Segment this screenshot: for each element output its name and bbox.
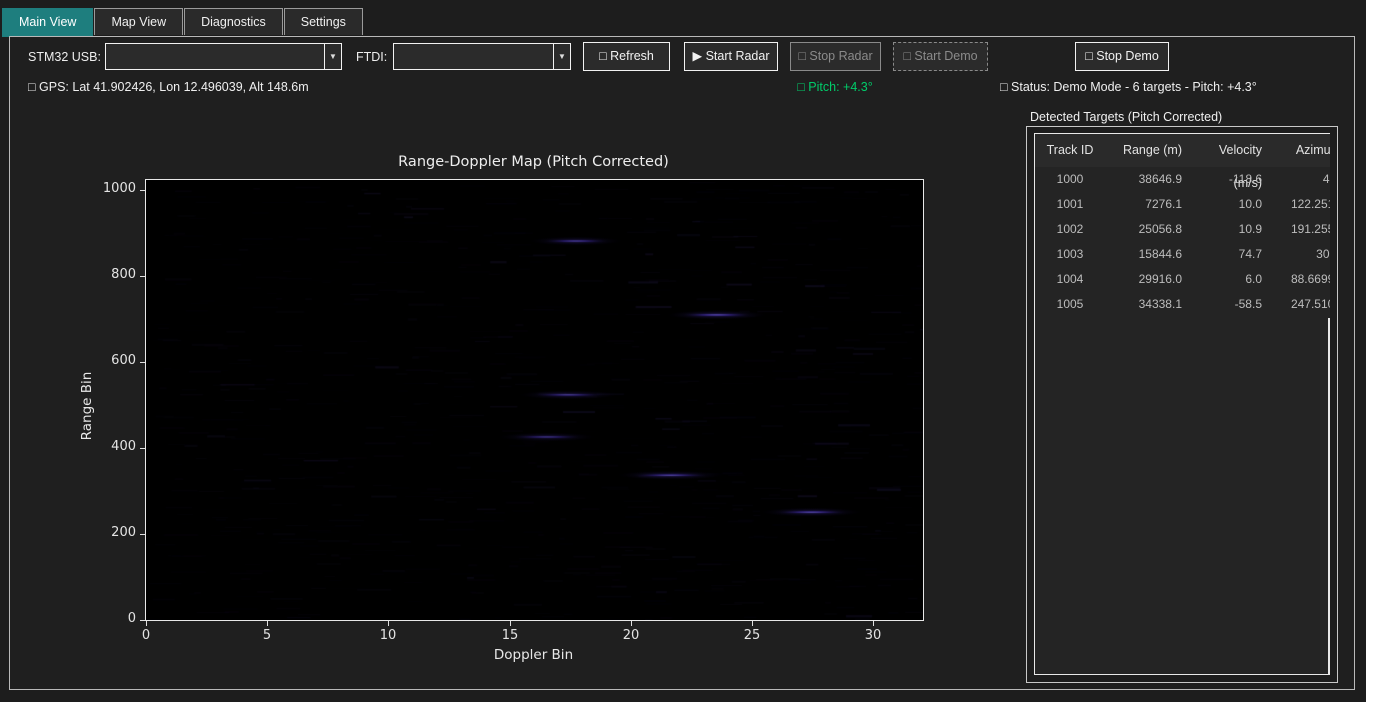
column-header-velocity[interactable]: Velocity (m/s) bbox=[1188, 134, 1268, 167]
table-row[interactable]: 1005 34338.1 -58.5 247.5104 bbox=[1035, 292, 1330, 317]
cell-range: 25056.8 bbox=[1105, 217, 1188, 242]
ftdi-label: FTDI: bbox=[356, 50, 387, 64]
stm32-usb-value bbox=[106, 44, 324, 69]
cell-velocity: 10.9 bbox=[1188, 217, 1268, 242]
y-tick-label: 0 bbox=[66, 611, 136, 626]
y-tick-label: 200 bbox=[66, 525, 136, 540]
y-tick-mark bbox=[140, 620, 145, 621]
x-tick-mark bbox=[510, 621, 511, 626]
tab-map-view[interactable]: Map View bbox=[94, 8, 183, 35]
cell-velocity: 6.0 bbox=[1188, 267, 1268, 292]
x-axis-label: Doppler Bin bbox=[145, 647, 922, 663]
chevron-down-icon[interactable]: ▼ bbox=[553, 44, 570, 69]
cell-azimuth: 45° bbox=[1268, 167, 1330, 192]
pitch-status-text: □ Pitch: +4.3° bbox=[745, 80, 925, 94]
cell-track-id: 1005 bbox=[1035, 292, 1105, 317]
cell-range: 34338.1 bbox=[1105, 292, 1188, 317]
column-header-azimuth[interactable]: Azimuth bbox=[1268, 134, 1330, 167]
cell-velocity: 10.0 bbox=[1188, 192, 1268, 217]
ftdi-value bbox=[394, 44, 553, 69]
start-demo-button[interactable]: □ Start Demo bbox=[893, 42, 988, 71]
cell-azimuth: 122.2510 bbox=[1268, 192, 1330, 217]
cell-track-id: 1002 bbox=[1035, 217, 1105, 242]
cell-azimuth: 191.2552 bbox=[1268, 217, 1330, 242]
tab-main-view[interactable]: Main View bbox=[2, 8, 93, 37]
y-tick-label: 1000 bbox=[66, 181, 136, 196]
cell-velocity: -58.5 bbox=[1188, 292, 1268, 317]
heatmap-canvas bbox=[146, 180, 923, 620]
table-row[interactable]: 1000 38646.9 -118.6 45° bbox=[1035, 167, 1330, 192]
range-doppler-heatmap bbox=[145, 179, 924, 621]
main-window: Main View Map View Diagnostics Settings … bbox=[0, 0, 1366, 702]
refresh-button[interactable]: □ Refresh bbox=[583, 42, 670, 71]
y-tick-label: 400 bbox=[66, 439, 136, 454]
targets-panel-title: Detected Targets (Pitch Corrected) bbox=[1030, 110, 1222, 124]
system-status-text: □ Status: Demo Mode - 6 targets - Pitch:… bbox=[1000, 80, 1257, 94]
tab-strip: Main View Map View Diagnostics Settings bbox=[2, 8, 364, 37]
cell-range: 15844.6 bbox=[1105, 242, 1188, 267]
cell-azimuth: 88.66998 bbox=[1268, 267, 1330, 292]
cell-range: 29916.0 bbox=[1105, 267, 1188, 292]
cell-velocity: -118.6 bbox=[1188, 167, 1268, 192]
cell-range: 7276.1 bbox=[1105, 192, 1188, 217]
cell-range: 38646.9 bbox=[1105, 167, 1188, 192]
cell-velocity: 74.7 bbox=[1188, 242, 1268, 267]
stm32-usb-combobox[interactable]: ▼ bbox=[105, 43, 342, 70]
cell-track-id: 1004 bbox=[1035, 267, 1105, 292]
gps-status-text: □ GPS: Lat 41.902426, Lon 12.496039, Alt… bbox=[28, 80, 309, 94]
stm32-usb-label: STM32 USB: bbox=[28, 50, 101, 64]
y-tick-mark bbox=[140, 276, 145, 277]
cell-azimuth: 300° bbox=[1268, 242, 1330, 267]
x-tick-mark bbox=[146, 621, 147, 626]
x-tick-mark bbox=[752, 621, 753, 626]
x-tick-mark bbox=[267, 621, 268, 626]
x-tick-mark bbox=[388, 621, 389, 626]
ftdi-combobox[interactable]: ▼ bbox=[393, 43, 571, 70]
y-tick-mark bbox=[140, 362, 145, 363]
column-header-range[interactable]: Range (m) bbox=[1105, 134, 1188, 167]
x-tick-label: 0 bbox=[121, 628, 171, 643]
chart-title: Range-Doppler Map (Pitch Corrected) bbox=[145, 154, 922, 170]
x-tick-label: 5 bbox=[242, 628, 292, 643]
table-row[interactable]: 1001 7276.1 10.0 122.2510 bbox=[1035, 192, 1330, 217]
column-header-track-id[interactable]: Track ID bbox=[1035, 134, 1105, 167]
cell-azimuth: 247.5104 bbox=[1268, 292, 1330, 317]
x-tick-label: 20 bbox=[606, 628, 656, 643]
y-tick-mark bbox=[140, 448, 145, 449]
table-row[interactable]: 1002 25056.8 10.9 191.2552 bbox=[1035, 217, 1330, 242]
chevron-down-icon[interactable]: ▼ bbox=[324, 44, 341, 69]
start-radar-button[interactable]: ▶ Start Radar bbox=[684, 42, 778, 71]
x-tick-mark bbox=[873, 621, 874, 626]
table-header-row: Track ID Range (m) Velocity (m/s) Azimut… bbox=[1035, 134, 1330, 167]
x-tick-label: 30 bbox=[848, 628, 898, 643]
cell-track-id: 1003 bbox=[1035, 242, 1105, 267]
x-tick-label: 10 bbox=[363, 628, 413, 643]
stop-demo-button[interactable]: □ Stop Demo bbox=[1075, 42, 1169, 71]
app-window: Main View Map View Diagnostics Settings … bbox=[0, 0, 1380, 716]
table-row[interactable]: 1004 29916.0 6.0 88.66998 bbox=[1035, 267, 1330, 292]
y-tick-mark bbox=[140, 534, 145, 535]
stop-radar-button[interactable]: □ Stop Radar bbox=[790, 42, 881, 71]
table-row[interactable]: 1003 15844.6 74.7 300° bbox=[1035, 242, 1330, 267]
y-tick-label: 600 bbox=[66, 353, 136, 368]
x-tick-label: 15 bbox=[485, 628, 535, 643]
tab-diagnostics[interactable]: Diagnostics bbox=[184, 8, 283, 35]
tab-settings[interactable]: Settings bbox=[284, 8, 363, 35]
targets-table: Track ID Range (m) Velocity (m/s) Azimut… bbox=[1034, 133, 1330, 675]
table-scrollbar[interactable] bbox=[1328, 318, 1330, 674]
y-tick-mark bbox=[140, 190, 145, 191]
y-axis-label: Range Bin bbox=[79, 351, 95, 461]
y-tick-label: 800 bbox=[66, 267, 136, 282]
cell-track-id: 1000 bbox=[1035, 167, 1105, 192]
x-tick-label: 25 bbox=[727, 628, 777, 643]
x-tick-mark bbox=[631, 621, 632, 626]
cell-track-id: 1001 bbox=[1035, 192, 1105, 217]
